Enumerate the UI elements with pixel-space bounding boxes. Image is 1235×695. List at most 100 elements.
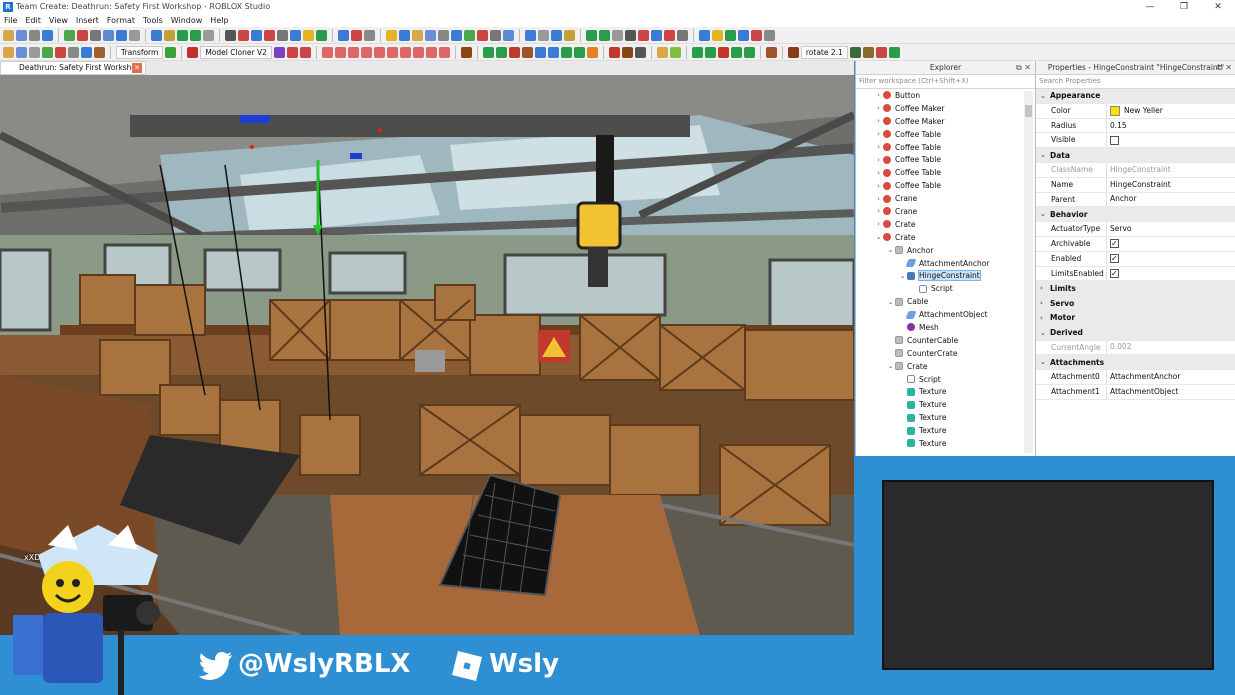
property-category[interactable]: ⌄ Data [1036,148,1235,163]
plugin-icon[interactable] [273,46,285,58]
toolbar-tool-icon[interactable] [712,29,723,41]
explorer-item[interactable]: AttachmentObject [856,308,1035,321]
toolbar-tool-icon[interactable] [16,29,27,41]
toolbar-tool-icon[interactable] [525,29,536,41]
menu-insert[interactable]: Insert [72,14,103,27]
toolbar-tool-icon[interactable] [412,29,423,41]
explorer-item[interactable]: Script [856,282,1035,295]
toolbar-tool-icon[interactable] [490,29,501,41]
plugin-icon[interactable] [849,46,861,58]
toolbar-tool-icon[interactable] [477,29,488,41]
toolbar-tool-icon[interactable] [3,29,14,41]
plugin-icon[interactable] [347,46,359,58]
property-value[interactable]: 0.002 [1107,341,1131,355]
close-tab-icon[interactable]: ✕ [132,63,142,73]
toolbar-tool-icon[interactable] [64,29,75,41]
toolbar-tool-icon[interactable] [103,29,114,41]
explorer-item[interactable]: › Coffee Table [856,179,1035,192]
explorer-item[interactable]: CounterCrate [856,347,1035,360]
plugin-icon[interactable] [573,46,585,58]
plugin-icon[interactable] [508,46,520,58]
toolbar-tool-icon[interactable] [503,29,514,41]
property-checkbox[interactable] [1110,135,1119,145]
plugin-icon[interactable] [560,46,572,58]
toolbar-tool-icon[interactable] [451,29,462,41]
plugin-icon[interactable] [165,46,177,58]
property-category[interactable]: › Limits [1036,281,1235,297]
toolbar-tool-icon[interactable] [464,29,475,41]
scroll-thumb[interactable] [1025,105,1032,117]
property-value[interactable]: New Yeller [1107,104,1163,118]
property-row[interactable]: Attachment1 AttachmentObject [1036,384,1235,400]
toolbar-tool-icon[interactable] [612,29,623,41]
menu-window[interactable]: Window [167,14,207,27]
maximize-button[interactable]: ❐ [1167,0,1201,14]
plugin-icon[interactable] [286,46,298,58]
plugin-icon[interactable] [547,46,559,58]
plugin-icon[interactable] [460,46,472,58]
plugin-icon[interactable] [94,46,105,58]
toolbar-tool-icon[interactable] [290,29,301,41]
menu-help[interactable]: Help [206,14,232,27]
plugin-icon[interactable] [888,46,900,58]
explorer-item[interactable]: › Crane [856,192,1035,205]
explorer-item[interactable]: › Coffee Table [856,128,1035,141]
plugin-icon[interactable] [187,46,199,58]
toolbar-tool-icon[interactable] [399,29,410,41]
toolbar-tool-icon[interactable] [599,29,610,41]
property-value[interactable]: AttachmentAnchor [1107,370,1180,384]
plugin-icon[interactable] [55,46,66,58]
panel-controls-icon[interactable]: ⧉ ✕ [1217,61,1232,74]
close-button[interactable]: ✕ [1201,0,1235,14]
expand-arrow-icon[interactable]: › [874,91,883,99]
property-category[interactable]: ⌄ Behavior [1036,207,1235,223]
explorer-item[interactable]: ⌄ Anchor [856,244,1035,257]
plugin-icon[interactable] [386,46,398,58]
toolbar-tool-icon[interactable] [725,29,736,41]
property-value[interactable]: Servo [1107,222,1132,236]
toolbar-tool-icon[interactable] [264,29,275,41]
expand-arrow-icon[interactable]: › [874,117,883,125]
plugin-icon[interactable] [482,46,494,58]
plugin-icon[interactable] [669,46,681,58]
property-row[interactable]: CurrentAngle 0.002 [1036,340,1235,356]
expand-arrow-icon[interactable]: ⌄ [898,272,907,280]
plugin-icon[interactable] [16,46,27,58]
category-arrow-icon[interactable]: ⌄ [1040,210,1050,218]
property-row[interactable]: ClassName HingeConstraint [1036,162,1235,178]
plugin-icon[interactable] [360,46,372,58]
plugin-icon[interactable] [862,46,874,58]
toolbar-tool-icon[interactable] [316,29,327,41]
plugin-icon[interactable] [621,46,633,58]
minimize-button[interactable]: — [1133,0,1167,14]
plugin-icon[interactable] [412,46,424,58]
property-value[interactable]: Anchor [1107,193,1136,207]
toolbar-tool-icon[interactable] [751,29,762,41]
explorer-item[interactable]: Script [856,373,1035,386]
explorer-item[interactable]: › Crane [856,205,1035,218]
category-arrow-icon[interactable]: ⌄ [1040,329,1050,337]
category-arrow-icon[interactable]: › [1040,314,1050,322]
plugin-icon[interactable] [373,46,385,58]
property-value[interactable]: AttachmentObject [1107,385,1178,399]
plugin-icon[interactable] [81,46,92,58]
toolbar-tool-icon[interactable] [651,29,662,41]
explorer-item[interactable]: ⌄ HingeConstraint [856,269,1035,282]
property-checkbox[interactable] [1110,267,1119,281]
toolbar-tool-icon[interactable] [238,29,249,41]
property-row[interactable]: ActuatorType Servo [1036,222,1235,237]
transform-plugin-button[interactable]: Transform [116,45,164,59]
category-arrow-icon[interactable]: › [1040,284,1050,292]
property-row[interactable]: Attachment0 AttachmentAnchor [1036,370,1235,385]
toolbar-tool-icon[interactable] [338,29,349,41]
property-value[interactable]: 0.15 [1107,119,1127,133]
plugin-icon[interactable] [29,46,40,58]
plugin-icon[interactable] [730,46,742,58]
plugin-icon[interactable] [586,46,598,58]
plugin-icon[interactable] [521,46,533,58]
toolbar-tool-icon[interactable] [551,29,562,41]
plugin-icon[interactable] [42,46,53,58]
plugin-icon[interactable] [704,46,716,58]
toolbar-tool-icon[interactable] [564,29,575,41]
expand-arrow-icon[interactable]: ⌄ [886,246,895,254]
